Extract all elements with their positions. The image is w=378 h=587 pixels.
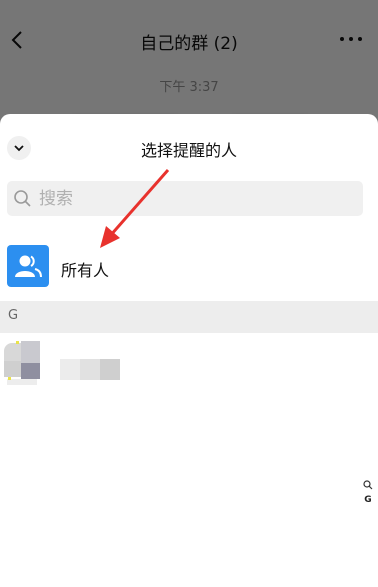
blurred-member-name bbox=[60, 359, 120, 380]
member-item[interactable] bbox=[0, 335, 378, 395]
sheet-title: 选择提醒的人 bbox=[140, 141, 237, 160]
section-header: G bbox=[0, 301, 378, 333]
search-input[interactable] bbox=[39, 181, 339, 216]
mention-everyone-item[interactable]: 所有人 bbox=[0, 238, 378, 296]
index-search-icon[interactable] bbox=[363, 480, 373, 490]
everyone-label: 所有人 bbox=[61, 261, 110, 280]
group-avatar-icon bbox=[7, 245, 49, 287]
search-box[interactable] bbox=[7, 181, 363, 216]
select-mention-sheet: 选择提醒的人 所有人 G bbox=[0, 114, 378, 587]
annotation-arrow-icon bbox=[100, 169, 170, 248]
search-icon bbox=[14, 190, 31, 207]
section-letter: G bbox=[8, 308, 19, 323]
index-letter-g[interactable]: G bbox=[362, 495, 374, 505]
blurred-avatar bbox=[4, 341, 42, 389]
